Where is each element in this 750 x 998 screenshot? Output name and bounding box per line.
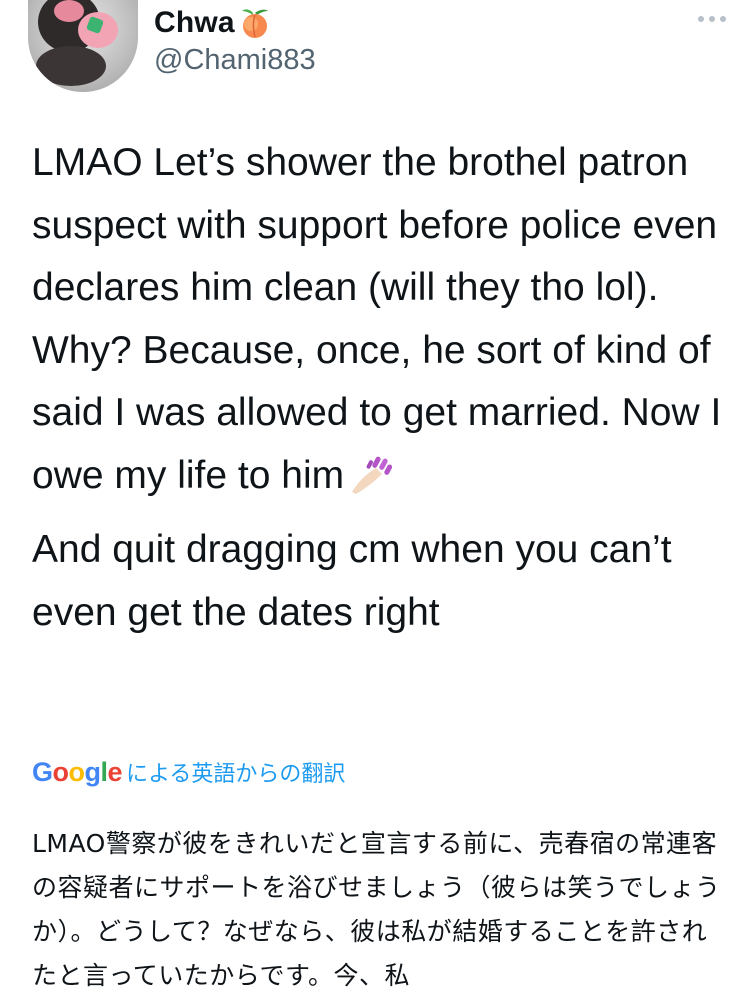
user-name-row[interactable]: Chwa — [154, 6, 272, 40]
translation-label[interactable]: による英語からの翻訳 — [126, 756, 345, 788]
tweet-paragraph: LMAO Let’s shower the brothel patron sus… — [32, 132, 732, 507]
more-options-icon[interactable] — [698, 16, 726, 22]
translated-text: LMAO警察が彼をきれいだと宣言する前に、売春宿の常連客の容疑者にサポートを浴び… — [32, 829, 721, 990]
nail-polish-icon — [352, 456, 393, 494]
google-logo: Google — [32, 757, 123, 787]
display-name[interactable]: Chwa — [154, 6, 235, 40]
translation-attribution[interactable]: Google による英語からの翻訳 — [32, 756, 345, 788]
avatar[interactable] — [28, 0, 138, 92]
tweet-paragraph-text: LMAO Let’s shower the brothel patron sus… — [32, 141, 722, 497]
peach-icon — [241, 9, 268, 38]
tweet-paragraph: And quit dragging cm when you can’t even… — [32, 528, 672, 634]
user-handle[interactable]: @Chami883 — [154, 44, 316, 77]
tweet-body: LMAO Let’s shower the brothel patron sus… — [32, 132, 732, 644]
